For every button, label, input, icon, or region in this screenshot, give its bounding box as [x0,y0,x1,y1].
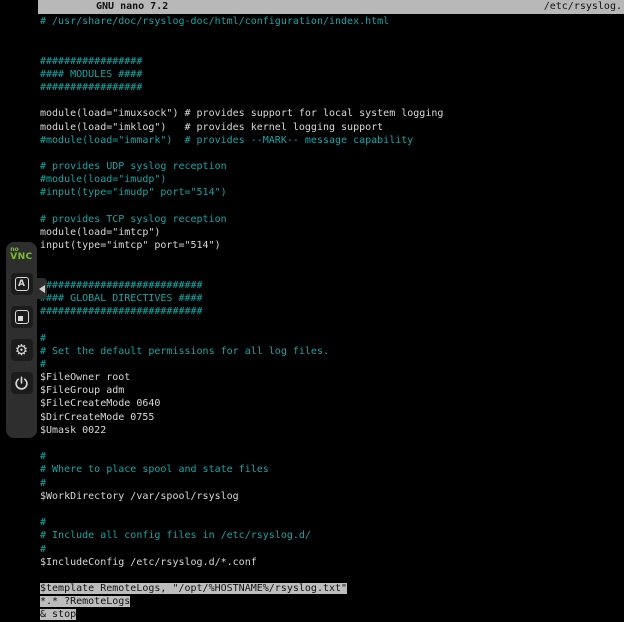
collapse-arrow-icon [39,285,45,293]
nano-version: GNU nano 7.2 [96,0,168,14]
editor-line[interactable]: # [40,516,624,529]
editor-line[interactable] [40,266,624,279]
editor-line[interactable]: # provides UDP syslog reception [40,160,624,173]
settings-button[interactable]: ⚙ [11,339,33,361]
letter-a-keyboard-icon: A [15,277,29,291]
editor-line[interactable]: module(load="imtcp") [40,226,624,239]
nano-terminal[interactable]: GNU nano 7.2 /etc/rsyslog. # /usr/share/… [38,0,624,622]
novnc-logo-vnc: VNC [10,253,33,262]
keyboard-button[interactable]: A [11,273,33,295]
editor-line[interactable]: $IncludeConfig /etc/rsyslog.d/*.conf [40,556,624,569]
fullscreen-button[interactable] [11,306,33,328]
editor-line[interactable]: # Set the default permissions for all lo… [40,345,624,358]
editor-line[interactable]: #module(load="imudp") [40,173,624,186]
editor-line[interactable]: # [40,477,624,490]
editor-line[interactable]: # /usr/share/doc/rsyslog-doc/html/config… [40,15,624,28]
editor-line[interactable] [40,437,624,450]
power-button[interactable] [11,372,33,394]
editor-line[interactable] [40,318,624,331]
screen: no VNC A ⚙ GNU nano 7.2 /etc/rsyslog. # … [0,0,624,622]
editor-line[interactable]: #### GLOBAL DIRECTIVES #### [40,292,624,305]
editor-line[interactable]: & stop [40,608,624,621]
editor-line[interactable] [40,503,624,516]
editor-line[interactable]: $template RemoteLogs, "/opt/%HOSTNAME%/r… [40,582,624,595]
editor-line[interactable]: ########################### [40,279,624,292]
power-icon [14,376,29,391]
editor-line[interactable] [40,200,624,213]
editor-line[interactable]: $FileGroup adm [40,384,624,397]
novnc-logo: no VNC [10,247,33,262]
control-bar-handle[interactable] [37,278,47,299]
editor-line[interactable]: *.* ?RemoteLogs [40,595,624,608]
editor-line[interactable]: module(load="imklog") # provides kernel … [40,121,624,134]
editor-content[interactable]: # /usr/share/doc/rsyslog-doc/html/config… [38,14,624,622]
gear-icon: ⚙ [15,343,28,358]
editor-line[interactable]: #module(load="immark") # provides --MARK… [40,134,624,147]
editor-line[interactable]: input(type="imtcp" port="514") [40,239,624,252]
editor-line[interactable]: # [40,332,624,345]
editor-line[interactable]: #### MODULES #### [40,68,624,81]
editor-line[interactable]: ########################### [40,305,624,318]
editor-line[interactable]: # provides TCP syslog reception [40,213,624,226]
editor-line[interactable]: # Where to place spool and state files [40,463,624,476]
editor-line[interactable] [40,94,624,107]
editor-line[interactable] [40,28,624,41]
editor-line[interactable]: # Include all config files in /etc/rsysl… [40,529,624,542]
fullscreen-icon [15,310,29,324]
vnc-control-bar: no VNC A ⚙ [6,242,37,438]
editor-line[interactable] [40,41,624,54]
editor-line[interactable]: #input(type="imudp" port="514") [40,186,624,199]
file-name: /etc/rsyslog. [544,0,622,14]
editor-line[interactable]: $DirCreateMode 0755 [40,411,624,424]
nano-titlebar: GNU nano 7.2 /etc/rsyslog. [38,0,624,14]
editor-line[interactable]: $FileCreateMode 0640 [40,397,624,410]
editor-line[interactable]: # [40,450,624,463]
editor-line[interactable]: ################# [40,55,624,68]
editor-line[interactable]: module(load="imuxsock") # provides suppo… [40,107,624,120]
editor-line[interactable]: $FileOwner root [40,371,624,384]
editor-line[interactable] [40,569,624,582]
editor-line[interactable] [40,147,624,160]
editor-line[interactable] [40,252,624,265]
editor-line[interactable]: # [40,543,624,556]
editor-line[interactable]: $WorkDirectory /var/spool/rsyslog [40,490,624,503]
editor-line[interactable]: # [40,358,624,371]
editor-line[interactable]: $Umask 0022 [40,424,624,437]
editor-line[interactable]: ################# [40,81,624,94]
